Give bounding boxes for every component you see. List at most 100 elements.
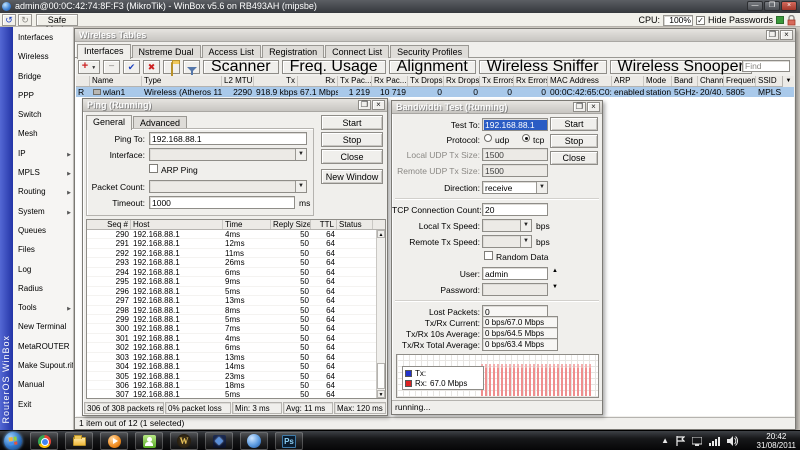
remove-interface-icon[interactable]: − [103,60,120,74]
ping-row[interactable]: 303192.168.88.113ms5064 [87,353,385,362]
ping-stop-button[interactable]: Stop [321,132,383,147]
scroll-thumb[interactable] [377,363,385,389]
find-input[interactable]: Find [742,60,790,72]
column-header-tx-drops[interactable]: Tx Drops [408,76,444,86]
ping-restore-icon[interactable]: ❐ [358,100,371,110]
sidebar-item-ppp[interactable]: PPP [13,89,73,108]
packet-count-dropdown[interactable]: ▼ [149,180,307,193]
sidebar-item-interfaces[interactable]: Interfaces [13,31,73,50]
column-header-flag[interactable] [76,76,90,86]
ping-row[interactable]: 307192.168.88.15ms5064 [87,390,385,399]
column-header-tx-errors[interactable]: Tx Errors [480,76,514,86]
sidebar-item-radius[interactable]: Radius [13,282,73,301]
sidebar-item-system[interactable]: System▶ [13,205,73,224]
column-header-name[interactable]: Name [90,76,142,86]
column-chooser-icon[interactable]: ▼ [782,76,794,87]
wireless-snooper-button[interactable]: Wireless Snooper [610,60,752,74]
ping-table-header[interactable]: Seq #HostTimeReply SizeTTLStatus [87,220,385,230]
sidebar-item-bridge[interactable]: Bridge [13,70,73,89]
scroll-down-icon[interactable]: ▼ [377,390,385,398]
sidebar-item-files[interactable]: Files [13,243,73,262]
ping-close-icon[interactable]: × [372,100,385,110]
interface-dropdown[interactable]: ▼ [149,148,307,161]
ping-column-time[interactable]: Time [223,220,271,229]
column-header-tx[interactable]: Tx [254,76,298,86]
wireless-close-icon[interactable]: × [780,30,793,40]
remote-tx-speed-dropdown[interactable]: ▼ [482,235,532,248]
ping-scrollbar[interactable]: ▲ ▼ [376,230,385,398]
messenger-icon[interactable] [135,432,163,450]
volume-icon[interactable] [727,436,738,446]
sidebar-item-ip[interactable]: IP▶ [13,147,73,166]
ping-to-input[interactable]: 192.168.88.1 [149,132,307,145]
ping-row[interactable]: 306192.168.88.118ms5064 [87,381,385,390]
ping-row[interactable]: 293192.168.88.126ms5064 [87,258,385,267]
scanner-button[interactable]: Scanner [203,60,279,74]
add-interface-icon[interactable]: + ▼ [78,60,100,74]
photoshop-icon[interactable]: Ps [275,432,303,450]
user-input[interactable]: admin [482,267,548,280]
ping-window-titlebar[interactable]: Ping (Running) [83,99,387,112]
local-tx-speed-dropdown[interactable]: ▼ [482,219,532,232]
user-collapse-arrow-icon[interactable]: ▲ [552,268,558,274]
media-player-icon[interactable] [100,432,128,450]
direction-dropdown-arrow-icon[interactable]: ▼ [536,182,547,193]
protocol-tcp-radio[interactable] [522,134,530,142]
chrome-icon[interactable] [30,432,58,450]
ping-column-host[interactable]: Host [131,220,223,229]
windows-update-icon[interactable] [692,437,702,446]
ping-start-button[interactable]: Start [321,115,383,130]
password-expand-arrow-icon[interactable]: ▼ [552,284,558,290]
sidebar-item-make-supout-rif[interactable]: Make Supout.rif [13,359,73,378]
interface-dropdown-arrow-icon[interactable]: ▼ [295,149,306,160]
wireless-tab-nstreme-dual[interactable]: Nstreme Dual [132,45,201,58]
wow-icon[interactable]: W [170,432,198,450]
wireless-table-header[interactable]: NameTypeL2 MTUTxRxTx Pac...Rx Pac...Tx D… [76,76,794,87]
direction-dropdown[interactable]: receive▼ [482,181,548,194]
safe-mode-button[interactable]: Safe Mode [36,14,78,26]
scroll-up-icon[interactable]: ▲ [377,230,385,238]
game-icon[interactable] [205,432,233,450]
column-header-arp[interactable]: ARP [612,76,644,86]
wireless-sniffer-button[interactable]: Wireless Sniffer [479,60,607,74]
ping-row[interactable]: 301192.168.88.14ms5064 [87,334,385,343]
remote-tx-speed-arrow-icon[interactable]: ▼ [520,236,531,247]
wireless-tab-access-list[interactable]: Access List [202,45,262,58]
redo-icon[interactable]: ↻ [18,14,32,26]
wireless-table-row-wlan1[interactable]: Rwlan1Wireless (Atheros 11N)2290918.9 kb… [76,87,794,97]
timeout-input[interactable]: 1000 [149,196,295,209]
sidebar-item-queues[interactable]: Queues [13,224,73,243]
bandwidth-window-titlebar[interactable]: Bandwidth Test (Running) [392,101,602,114]
bandwidth-restore-icon[interactable]: ❐ [573,102,586,112]
freq-usage-button[interactable]: Freq. Usage [282,60,386,74]
ping-column-seq[interactable]: Seq # [87,220,131,229]
ping-row[interactable]: 292192.168.88.111ms5064 [87,249,385,258]
column-header-rx-drops[interactable]: Rx Drops [444,76,480,86]
arp-ping-checkbox[interactable] [149,164,158,173]
sidebar-item-mesh[interactable]: Mesh [13,127,73,146]
password-input[interactable] [482,283,548,296]
ping-close-button[interactable]: Close [321,149,383,164]
sidebar-item-mpls[interactable]: MPLS▶ [13,166,73,185]
action-center-flag-icon[interactable] [676,436,685,446]
ping-row[interactable]: 297192.168.88.113ms5064 [87,296,385,305]
alignment-button[interactable]: Alignment [389,60,476,74]
column-header-mode[interactable]: Mode [644,76,672,86]
network-globe-icon[interactable] [240,432,268,450]
hidden-icons-arrow-icon[interactable]: ▲ [661,437,669,445]
bw-start-button[interactable]: Start [550,117,598,131]
undo-icon[interactable]: ↺ [2,14,16,26]
ping-tab-general[interactable]: General [86,115,132,130]
sidebar-item-wireless[interactable]: Wireless [13,50,73,69]
comment-icon[interactable] [163,60,180,74]
maximize-icon[interactable]: ❒ [764,1,780,11]
column-header-rx-pac[interactable]: Rx Pac... [372,76,408,86]
wireless-tab-security-profiles[interactable]: Security Profiles [390,45,469,58]
ping-new-window-button[interactable]: New Window [321,169,383,184]
network-signal-icon[interactable] [709,437,720,446]
wireless-tab-connect-list[interactable]: Connect List [325,45,389,58]
ping-row[interactable]: 299192.168.88.15ms5064 [87,315,385,324]
sidebar-item-new-terminal[interactable]: New Terminal [13,320,73,339]
start-button[interactable] [4,432,22,450]
ping-row[interactable]: 296192.168.88.15ms5064 [87,287,385,296]
